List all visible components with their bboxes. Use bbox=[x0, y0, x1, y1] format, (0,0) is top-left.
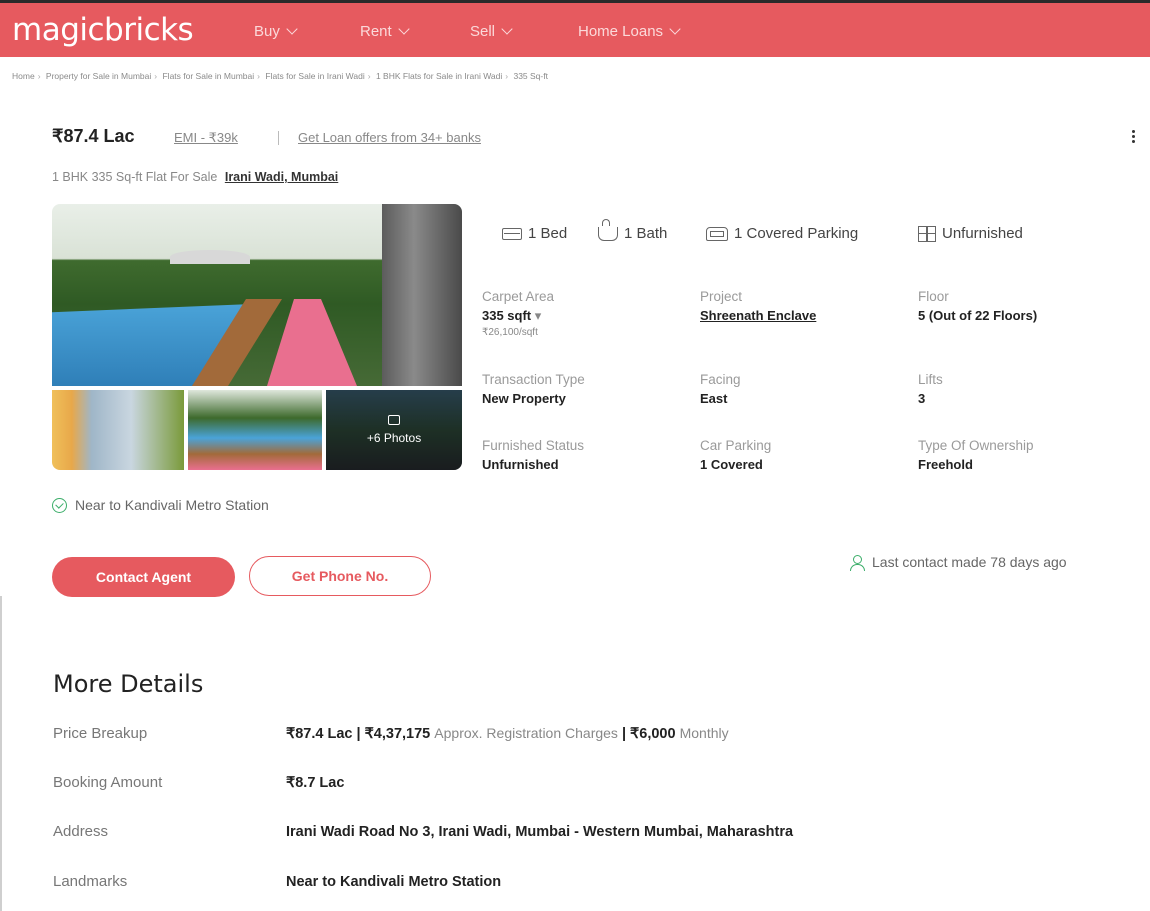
breadcrumb-item[interactable]: Flats for Sale in Mumbai bbox=[162, 71, 254, 81]
contact-agent-button[interactable]: Contact Agent bbox=[52, 557, 235, 597]
feature-bed-label: 1 Bed bbox=[528, 225, 568, 242]
thumbnail-photo[interactable] bbox=[188, 390, 322, 470]
breadcrumb-item[interactable]: Home bbox=[12, 71, 35, 81]
chevron-down-icon bbox=[501, 23, 513, 35]
nav-sell[interactable]: Sell bbox=[470, 23, 513, 40]
summary-floor: Floor 5 (Out of 22 Floors) bbox=[918, 289, 1037, 323]
last-contact-label: Last contact made 78 days ago bbox=[872, 554, 1067, 570]
summary-value: 5 (Out of 22 Floors) bbox=[918, 308, 1038, 323]
get-phone-button[interactable]: Get Phone No. bbox=[249, 556, 431, 596]
summary-label: Carpet Area bbox=[482, 289, 555, 304]
feature-parking-label: 1 Covered Parking bbox=[734, 225, 859, 242]
loan-offers-link[interactable]: Get Loan offers from 34+ banks bbox=[298, 130, 481, 145]
chevron-down-icon bbox=[286, 23, 298, 35]
breadcrumb-item[interactable]: 1 BHK Flats for Sale in Irani Wadi bbox=[376, 71, 502, 81]
summary-label: Lifts bbox=[918, 372, 943, 387]
summary-label: Facing bbox=[700, 372, 741, 387]
magicbricks-logo[interactable]: magicbricks bbox=[12, 12, 194, 48]
summary-transaction: Transaction Type New Property bbox=[482, 372, 585, 406]
detail-row-price-breakup: Price Breakup ₹87.4 Lac | ₹4,37,175 Appr… bbox=[53, 725, 1133, 742]
nav-buy[interactable]: Buy bbox=[254, 23, 298, 40]
top-navbar: magicbricks Buy Rent Sell Home Loans bbox=[0, 0, 1150, 57]
nearby-landmark: Near to Kandivali Metro Station bbox=[52, 497, 269, 513]
chevron-down-icon bbox=[669, 23, 681, 35]
bath-icon bbox=[598, 218, 618, 241]
summary-ownership: Type Of Ownership Freehold bbox=[918, 438, 1034, 472]
nav-buy-label: Buy bbox=[254, 23, 280, 40]
detail-row-landmarks: Landmarks Near to Kandivali Metro Statio… bbox=[53, 873, 1133, 890]
more-photos-label: +6 Photos bbox=[366, 431, 422, 445]
nav-home-loans[interactable]: Home Loans bbox=[578, 23, 681, 40]
feature-bed: 1 Bed bbox=[502, 225, 567, 242]
price-per-sqft: ₹26,100/sqft bbox=[482, 327, 538, 338]
summary-facing: Facing East bbox=[700, 372, 741, 406]
detail-value: Irani Wadi Road No 3, Irani Wadi, Mumbai… bbox=[286, 824, 794, 840]
chevron-down-icon bbox=[398, 23, 410, 35]
summary-label: Type Of Ownership bbox=[918, 438, 1034, 453]
feature-furnishing-label: Unfurnished bbox=[942, 225, 1023, 242]
summary-label: Car Parking bbox=[700, 438, 772, 453]
bed-icon bbox=[502, 227, 522, 240]
breadcrumb-item[interactable]: Property for Sale in Mumbai bbox=[46, 71, 151, 81]
emi-link[interactable]: EMI - ₹39k bbox=[174, 130, 238, 146]
summary-project: Project Shreenath Enclave bbox=[700, 289, 816, 323]
summary-value: 1 Covered bbox=[700, 457, 763, 472]
summary-carpet-area: Carpet Area 335 sqft ▾ ₹26,100/sqft bbox=[482, 289, 554, 338]
feature-bath-label: 1 Bath bbox=[624, 225, 668, 242]
more-options-icon[interactable] bbox=[1125, 128, 1141, 148]
last-contact-info: Last contact made 78 days ago bbox=[850, 554, 1067, 571]
detail-label: Price Breakup bbox=[53, 725, 148, 742]
check-circle-icon bbox=[52, 497, 67, 513]
detail-value: ₹8.7 Lac bbox=[286, 775, 345, 791]
summary-value: New Property bbox=[482, 391, 566, 406]
summary-lifts: Lifts 3 bbox=[918, 372, 943, 406]
summary-value: 335 sqft ▾ bbox=[482, 308, 542, 323]
breadcrumb-item: 335 Sq-ft bbox=[513, 71, 548, 81]
summary-label: Furnished Status bbox=[482, 438, 585, 453]
summary-value: 3 bbox=[918, 391, 926, 406]
more-photos-thumbnail[interactable]: +6 Photos bbox=[326, 390, 462, 470]
user-icon bbox=[850, 554, 865, 571]
listing-price: ₹87.4 Lac bbox=[52, 126, 135, 146]
photo-icon bbox=[388, 415, 400, 425]
summary-value: Freehold bbox=[918, 457, 973, 472]
detail-row-address: Address Irani Wadi Road No 3, Irani Wadi… bbox=[53, 823, 1133, 840]
detail-label: Booking Amount bbox=[53, 774, 163, 791]
nav-sell-label: Sell bbox=[470, 23, 496, 40]
breadcrumb-item[interactable]: Flats for Sale in Irani Wadi bbox=[265, 71, 364, 81]
summary-value: Unfurnished bbox=[482, 457, 559, 472]
detail-value: ₹87.4 Lac | ₹4,37,175 Approx. Registrati… bbox=[286, 725, 729, 742]
nav-rent-label: Rent bbox=[360, 23, 392, 40]
summary-car-parking: Car Parking 1 Covered bbox=[700, 438, 771, 472]
feature-bath: 1 Bath bbox=[598, 218, 668, 242]
summary-label: Project bbox=[700, 289, 743, 304]
summary-label: Floor bbox=[918, 289, 949, 304]
breadcrumb: Home › Property for Sale in Mumbai › Flats… bbox=[12, 71, 548, 81]
main-property-photo[interactable] bbox=[52, 204, 462, 386]
thumbnail-photo[interactable] bbox=[52, 390, 184, 470]
project-link[interactable]: Shreenath Enclave bbox=[700, 308, 816, 323]
feature-parking: 1 Covered Parking bbox=[706, 225, 858, 242]
nav-rent[interactable]: Rent bbox=[360, 23, 410, 40]
location-link[interactable]: Irani Wadi, Mumbai bbox=[225, 170, 338, 184]
listing-type: 1 BHK 335 Sq-ft Flat For Sale bbox=[52, 170, 218, 184]
car-icon bbox=[706, 226, 728, 241]
listing-subtitle: 1 BHK 335 Sq-ft Flat For Sale Irani Wadi… bbox=[52, 170, 338, 184]
detail-row-booking-amount: Booking Amount ₹8.7 Lac bbox=[53, 774, 1133, 791]
more-details-heading: More Details bbox=[53, 670, 204, 698]
nearby-landmark-label: Near to Kandivali Metro Station bbox=[75, 497, 269, 513]
detail-value: Near to Kandivali Metro Station bbox=[286, 874, 502, 890]
summary-value: East bbox=[700, 391, 728, 406]
photo-gallery[interactable]: +6 Photos bbox=[52, 204, 462, 470]
detail-label: Address bbox=[53, 823, 109, 840]
summary-label: Transaction Type bbox=[482, 372, 585, 387]
detail-label: Landmarks bbox=[53, 873, 128, 890]
divider bbox=[278, 131, 279, 145]
furnishing-icon bbox=[918, 225, 936, 242]
nav-home-loans-label: Home Loans bbox=[578, 23, 664, 40]
summary-furnished: Furnished Status Unfurnished bbox=[482, 438, 584, 472]
feature-furnishing: Unfurnished bbox=[918, 225, 1023, 242]
divider bbox=[0, 596, 2, 911]
